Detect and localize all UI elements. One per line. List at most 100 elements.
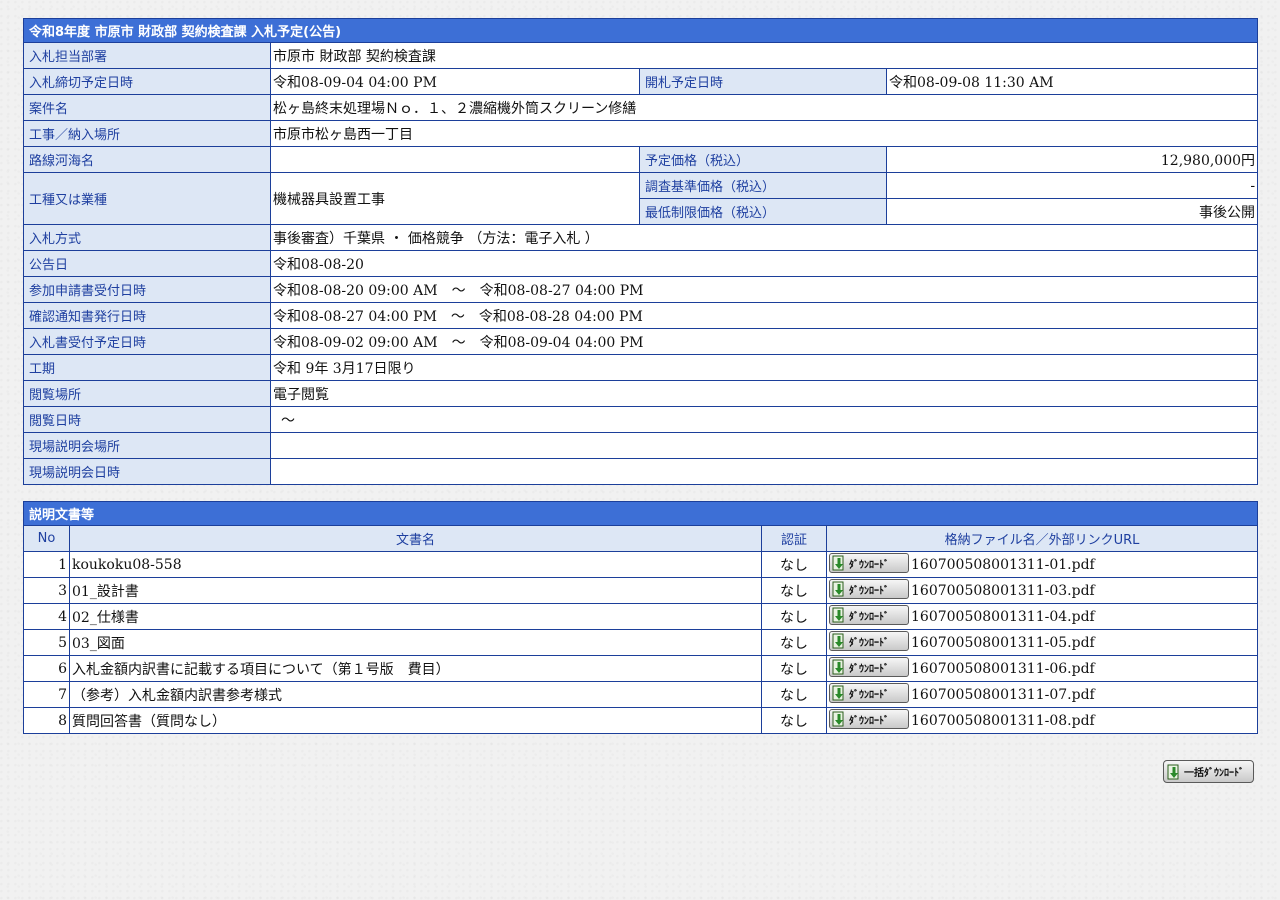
file-name: 160700508001311-06.pdf xyxy=(911,660,1095,677)
method-label: 入札方式 xyxy=(23,224,271,251)
doc-cert: なし xyxy=(761,551,827,578)
download-label: ﾀﾞｳﾝﾛｰﾄﾞ xyxy=(849,663,889,675)
route-value xyxy=(270,146,640,173)
doc-no: 6 xyxy=(23,655,70,682)
download-button[interactable]: ﾀﾞｳﾝﾛｰﾄﾞ xyxy=(829,553,909,573)
download-icon xyxy=(832,607,844,623)
download-button[interactable]: ﾀﾞｳﾝﾛｰﾄﾞ xyxy=(829,605,909,625)
download-label: ﾀﾞｳﾝﾛｰﾄﾞ xyxy=(849,715,889,727)
col-cert-header: 認証 xyxy=(761,525,827,552)
download-button[interactable]: ﾀﾞｳﾝﾛｰﾄﾞ xyxy=(829,709,909,729)
doc-file-cell: ﾀﾞｳﾝﾛｰﾄﾞ 160700508001311-01.pdf xyxy=(825,551,1259,578)
department-value: 市原市 財政部 契約検査課 xyxy=(269,42,1259,69)
briefing-time-value xyxy=(269,458,1259,485)
doc-no: 3 xyxy=(23,577,70,604)
table-row: 3 01_設計書 なし ﾀﾞｳﾝﾛｰﾄﾞ 160700508001311-03.pdf xyxy=(23,577,1259,604)
col-name-header: 文書名 xyxy=(69,525,762,552)
work-type-label: 工種又は業種 xyxy=(23,172,271,225)
download-label: ﾀﾞｳﾝﾛｰﾄﾞ xyxy=(849,585,889,597)
table-row: 7 （参考）入札金額内訳書参考様式 なし ﾀﾞｳﾝﾛｰﾄﾞ 16070050800131… xyxy=(23,681,1259,708)
period-value: 令和 9年 3月17日限り xyxy=(269,354,1259,381)
file-name: 160700508001311-03.pdf xyxy=(911,582,1095,599)
doc-name: （参考）入札金額内訳書参考様式 xyxy=(69,681,762,708)
bulk-download-label: 一括ﾀﾞｳﾝﾛｰﾄﾞ xyxy=(1184,768,1244,779)
location-value: 市原市松ヶ島西一丁目 xyxy=(269,120,1259,147)
download-icon xyxy=(832,711,844,727)
doc-cert: なし xyxy=(761,655,827,682)
briefing-place-label: 現場説明会場所 xyxy=(23,432,271,459)
documents-table: 説明文書等 No 文書名 認証 格納ファイル名／外部リンクURL 1 koukok… xyxy=(22,501,1259,734)
doc-name: 入札金額内訳書に記載する項目について（第１号版 費目） xyxy=(69,655,762,682)
doc-name: 03_図面 xyxy=(69,629,762,656)
project-name-label: 案件名 xyxy=(23,94,271,121)
download-label: ﾀﾞｳﾝﾛｰﾄﾞ xyxy=(849,611,889,623)
deadline-value: 令和08-09-04 04:00 PM xyxy=(270,68,640,95)
col-file-header: 格納ファイル名／外部リンクURL xyxy=(825,525,1259,552)
doc-name: 02_仕様書 xyxy=(69,603,762,630)
viewing-place-label: 閲覧場所 xyxy=(23,380,271,407)
doc-cert: なし xyxy=(761,707,827,734)
download-icon xyxy=(832,685,844,701)
doc-file-cell: ﾀﾞｳﾝﾛｰﾄﾞ 160700508001311-03.pdf xyxy=(825,577,1259,604)
bulk-download-button[interactable]: 一括ﾀﾞｳﾝﾛｰﾄﾞ xyxy=(1163,760,1254,783)
survey-price-value: - xyxy=(885,172,1259,199)
download-button[interactable]: ﾀﾞｳﾝﾛｰﾄﾞ xyxy=(829,631,909,651)
doc-file-cell: ﾀﾞｳﾝﾛｰﾄﾞ 160700508001311-06.pdf xyxy=(825,655,1259,682)
doc-no: 5 xyxy=(23,629,70,656)
viewing-time-value: ～ xyxy=(269,406,1259,433)
download-button[interactable]: ﾀﾞｳﾝﾛｰﾄﾞ xyxy=(829,657,909,677)
bid-schedule-table: 令和8年度 市原市 財政部 契約検査課 入札予定(公告) 入札担当部署 市原市 … xyxy=(22,18,1259,485)
work-type-value: 機械器具設置工事 xyxy=(270,172,640,225)
download-label: ﾀﾞｳﾝﾛｰﾄﾞ xyxy=(849,559,889,571)
bid-schedule-title: 令和8年度 市原市 財政部 契約検査課 入札予定(公告) xyxy=(22,18,1259,43)
planned-price-value: 12,980,000円 xyxy=(885,146,1259,173)
briefing-time-label: 現場説明会日時 xyxy=(23,458,271,485)
method-value: 事後審査）千葉県 ・ 価格競争 （方法：電子入札 ） xyxy=(269,224,1259,251)
location-label: 工事／納入場所 xyxy=(23,120,271,147)
doc-cert: なし xyxy=(761,577,827,604)
download-icon xyxy=(832,555,844,571)
doc-cert: なし xyxy=(761,681,827,708)
doc-file-cell: ﾀﾞｳﾝﾛｰﾄﾞ 160700508001311-08.pdf xyxy=(825,707,1259,734)
viewing-time-label: 閲覧日時 xyxy=(23,406,271,433)
opening-label: 開札予定日時 xyxy=(639,68,887,95)
application-label: 参加申請書受付日時 xyxy=(23,276,271,303)
download-label: ﾀﾞｳﾝﾛｰﾄﾞ xyxy=(849,689,889,701)
download-icon xyxy=(832,659,844,675)
download-button[interactable]: ﾀﾞｳﾝﾛｰﾄﾞ xyxy=(829,683,909,703)
download-button[interactable]: ﾀﾞｳﾝﾛｰﾄﾞ xyxy=(829,579,909,599)
doc-cert: なし xyxy=(761,629,827,656)
file-name: 160700508001311-05.pdf xyxy=(911,634,1095,651)
col-no-header: No xyxy=(23,525,70,552)
bid-receipt-label: 入札書受付予定日時 xyxy=(23,328,271,355)
confirmation-value: 令和08-08-27 04:00 PM ～ 令和08-08-28 04:00 P… xyxy=(269,302,1259,329)
planned-price-label: 予定価格（税込） xyxy=(639,146,887,173)
doc-file-cell: ﾀﾞｳﾝﾛｰﾄﾞ 160700508001311-07.pdf xyxy=(825,681,1259,708)
table-row: 4 02_仕様書 なし ﾀﾞｳﾝﾛｰﾄﾞ 160700508001311-04.pdf xyxy=(23,603,1259,630)
briefing-place-value xyxy=(269,432,1259,459)
doc-file-cell: ﾀﾞｳﾝﾛｰﾄﾞ 160700508001311-04.pdf xyxy=(825,603,1259,630)
opening-value: 令和08-09-08 11:30 AM xyxy=(885,68,1259,95)
doc-no: 4 xyxy=(23,603,70,630)
table-row: 6 入札金額内訳書に記載する項目について（第１号版 費目） なし ﾀﾞｳﾝﾛｰﾄﾞ 16… xyxy=(23,655,1259,682)
table-row: 5 03_図面 なし ﾀﾞｳﾝﾛｰﾄﾞ 160700508001311-05.pdf xyxy=(23,629,1259,656)
min-price-label: 最低制限価格（税込） xyxy=(639,198,887,225)
file-name: 160700508001311-01.pdf xyxy=(911,556,1095,573)
survey-price-label: 調査基準価格（税込） xyxy=(639,172,887,199)
doc-name: koukoku08-558 xyxy=(69,551,762,578)
doc-no: 7 xyxy=(23,681,70,708)
project-name-value: 松ヶ島終末処理場Ｎｏ．１、２濃縮機外筒スクリーン修繕 xyxy=(269,94,1259,121)
table-row: 1 koukoku08-558 なし ﾀﾞｳﾝﾛｰﾄﾞ 160700508001311-… xyxy=(23,551,1259,578)
download-label: ﾀﾞｳﾝﾛｰﾄﾞ xyxy=(849,637,889,649)
doc-name: 質問回答書（質問なし） xyxy=(69,707,762,734)
file-name: 160700508001311-08.pdf xyxy=(911,712,1095,729)
documents-rows: 1 koukoku08-558 なし ﾀﾞｳﾝﾛｰﾄﾞ 160700508001311-… xyxy=(23,551,1259,734)
confirmation-label: 確認通知書発行日時 xyxy=(23,302,271,329)
viewing-place-value: 電子閲覧 xyxy=(269,380,1259,407)
doc-file-cell: ﾀﾞｳﾝﾛｰﾄﾞ 160700508001311-05.pdf xyxy=(825,629,1259,656)
table-row: 8 質問回答書（質問なし） なし ﾀﾞｳﾝﾛｰﾄﾞ 160700508001311-08… xyxy=(23,707,1259,734)
department-label: 入札担当部署 xyxy=(23,42,271,69)
file-name: 160700508001311-07.pdf xyxy=(911,686,1095,703)
download-icon xyxy=(1167,764,1179,779)
notice-date-value: 令和08-08-20 xyxy=(269,250,1259,277)
